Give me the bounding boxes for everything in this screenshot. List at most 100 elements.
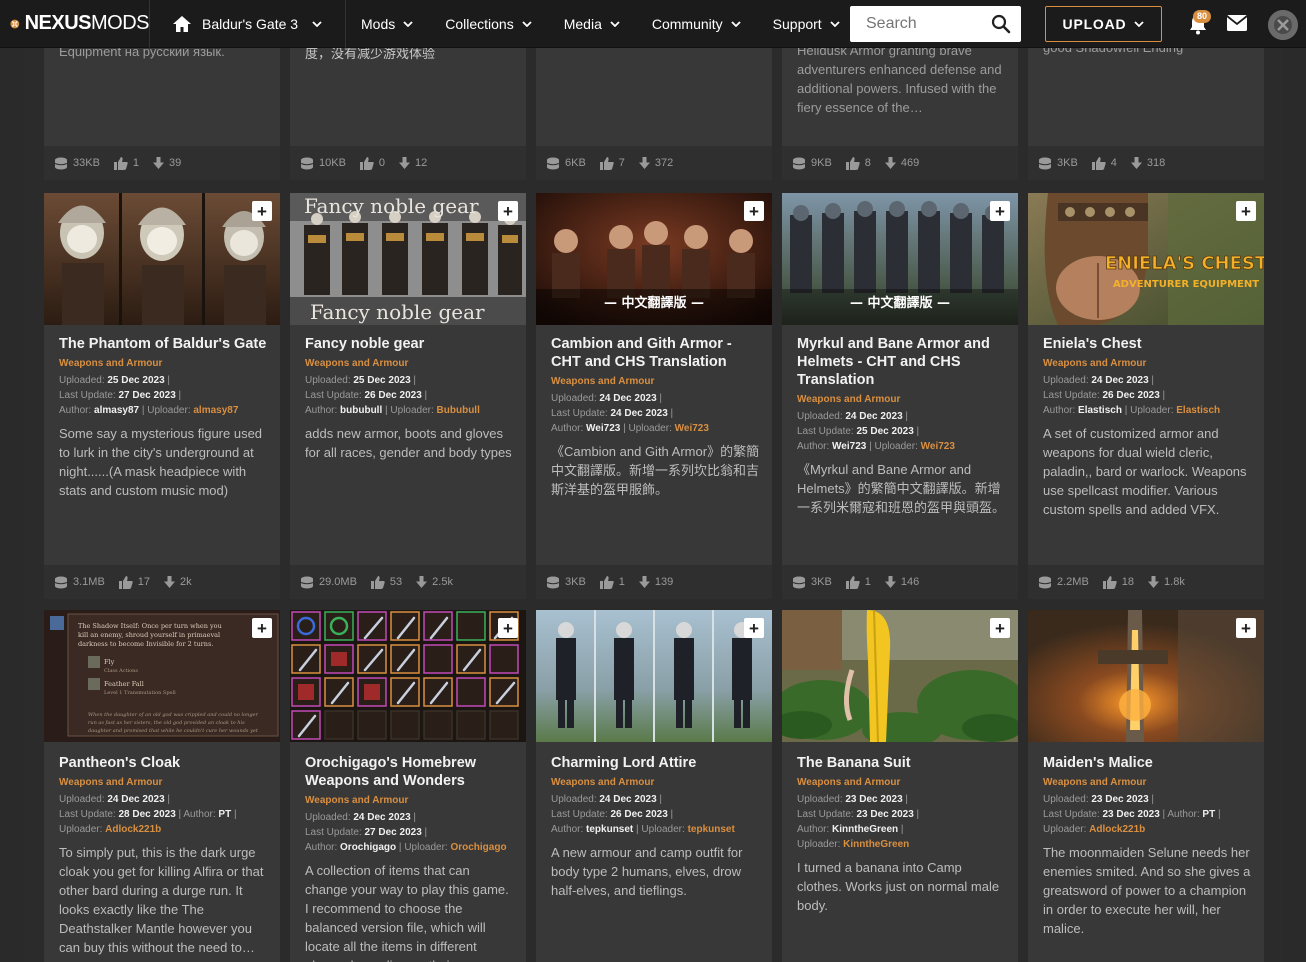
mod-card[interactable]: + Orochigago's Homebrew Weapons and Wond… <box>290 610 526 962</box>
mod-thumbnail[interactable]: ENIELA'S CHEST ADVENTURER EQUIPMENT + <box>1028 193 1264 325</box>
menu-community[interactable]: Community <box>636 0 757 48</box>
author-link[interactable]: KinntheGreen <box>832 824 898 835</box>
add-to-collection-button[interactable]: + <box>252 201 272 221</box>
mod-thumbnail[interactable]: — 中文翻譯版 — + <box>782 193 1018 325</box>
uploader-link[interactable]: Adlock221b <box>105 824 161 835</box>
menu-collections[interactable]: Collections <box>429 0 547 48</box>
mod-thumbnail[interactable]: Fancy noble gear Fancy noble gear + <box>290 193 526 325</box>
chevron-down-icon <box>522 20 532 27</box>
add-to-collection-button[interactable]: + <box>744 201 764 221</box>
uploader-link[interactable]: Elastisch <box>1176 405 1220 416</box>
endorsements: 7 <box>599 156 625 170</box>
mod-category[interactable]: Weapons and Armour <box>59 357 269 370</box>
mod-card[interactable]: ENIELA'S CHEST ADVENTURER EQUIPMENT + En… <box>1028 193 1264 599</box>
site-logo[interactable]: NEXUSMODS <box>0 0 150 48</box>
mod-description: The moonmaiden Selune needs her enemies … <box>1043 845 1251 936</box>
mod-title[interactable]: Maiden's Malice <box>1043 754 1253 772</box>
uploader-link[interactable]: Bububull <box>437 405 480 416</box>
mod-description: Helldusk Armor granting brave adventurer… <box>797 43 1002 115</box>
add-to-collection-button[interactable]: + <box>1236 201 1256 221</box>
mod-thumbnail[interactable]: — 中文翻譯版 — + <box>536 193 772 325</box>
menu-support[interactable]: Support <box>757 0 856 48</box>
mod-card[interactable]: + Maiden's Malice Weapons and Armour Upl… <box>1028 610 1264 962</box>
author-link[interactable]: Orochigago <box>340 842 396 853</box>
svg-text:Level 1 Transmutation Spell: Level 1 Transmutation Spell <box>104 690 176 696</box>
uploader-link[interactable]: almasy87 <box>193 405 238 416</box>
upload-button[interactable]: UPLOAD <box>1045 6 1162 42</box>
add-to-collection-button[interactable]: + <box>990 618 1010 638</box>
uploader-link[interactable]: Adlock221b <box>1089 824 1145 835</box>
database-icon <box>546 576 560 588</box>
mod-last-update: Last Update: 26 Dec 2023 | <box>1043 390 1166 401</box>
mod-card[interactable]: + The Banana Suit Weapons and Armour Upl… <box>782 610 1018 962</box>
mod-card[interactable]: 6KB 7 372 <box>536 28 772 180</box>
file-size: 29.0MB <box>300 576 357 589</box>
author-link[interactable]: almasy87 <box>94 405 139 416</box>
search-icon[interactable] <box>991 14 1011 34</box>
uploader-link[interactable]: Wei723 <box>921 441 955 452</box>
mod-stats-bar: 33KB 1 39 <box>44 146 280 180</box>
mod-author-line: Uploader: Adlock221b <box>59 824 162 835</box>
mod-card[interactable]: Fancy noble gear Fancy noble gear + Fanc… <box>290 193 526 599</box>
mod-category[interactable]: Weapons and Armour <box>1043 357 1253 370</box>
mod-thumbnail[interactable]: + <box>536 610 772 742</box>
menu-mods[interactable]: Mods <box>346 0 429 48</box>
mod-category[interactable]: Weapons and Armour <box>305 794 515 807</box>
mod-title[interactable]: Myrkul and Bane Armor and Helmets - CHT … <box>797 335 1007 389</box>
search-input[interactable] <box>850 6 980 42</box>
add-to-collection-button[interactable]: + <box>990 201 1010 221</box>
mod-card[interactable]: 邻座RPG游戏体验，降低了游玩难度，没有减少游戏体验 10KB 0 12 <box>290 28 526 180</box>
uploader-link[interactable]: Orochigago <box>450 842 506 853</box>
messages-mail-icon[interactable] <box>1226 14 1248 32</box>
menu-media[interactable]: Media <box>548 0 636 48</box>
uploader-link[interactable]: Wei723 <box>675 423 709 434</box>
mod-category[interactable]: Weapons and Armour <box>551 776 761 789</box>
mod-title[interactable]: Pantheon's Cloak <box>59 754 269 772</box>
user-avatar[interactable] <box>1268 10 1298 40</box>
add-to-collection-button[interactable]: + <box>252 618 272 638</box>
game-selector[interactable]: Baldur's Gate 3 <box>150 0 346 48</box>
author-link[interactable]: PT <box>1202 809 1215 820</box>
add-to-collection-button[interactable]: + <box>498 201 518 221</box>
mod-category[interactable]: Weapons and Armour <box>551 375 761 388</box>
author-link[interactable]: PT <box>218 809 231 820</box>
mod-thumbnail[interactable]: + <box>44 193 280 325</box>
mod-title[interactable]: Orochigago's Homebrew Weapons and Wonder… <box>305 754 515 790</box>
mod-category[interactable]: Weapons and Armour <box>797 393 1007 406</box>
add-to-collection-button[interactable]: + <box>1236 618 1256 638</box>
mod-title[interactable]: The Phantom of Baldur's Gate <box>59 335 269 353</box>
uploader-link[interactable]: tepkunset <box>688 824 735 835</box>
mod-card[interactable]: Helldusk Armor granting brave adventurer… <box>782 28 1018 180</box>
author-link[interactable]: Wei723 <box>586 423 620 434</box>
mod-card[interactable]: The Shadow Itself: Once per turn when yo… <box>44 610 280 962</box>
mod-stats-bar: 6KB 7 372 <box>536 146 772 180</box>
author-link[interactable]: Wei723 <box>832 441 866 452</box>
mod-thumbnail[interactable]: + <box>290 610 526 742</box>
mod-card[interactable]: — 中文翻譯版 — + Myrkul and Bane Armor and He… <box>782 193 1018 599</box>
author-link[interactable]: bububull <box>340 405 382 416</box>
add-to-collection-button[interactable]: + <box>744 618 764 638</box>
mod-title[interactable]: Eniela's Chest <box>1043 335 1253 353</box>
mod-category[interactable]: Weapons and Armour <box>797 776 1007 789</box>
menu-label: Collections <box>445 15 514 32</box>
mod-category[interactable]: Weapons and Armour <box>59 776 269 789</box>
mod-thumbnail[interactable]: + <box>1028 610 1264 742</box>
mod-card[interactable]: good Shadowfell Ending 3KB 4 318 <box>1028 28 1264 180</box>
mod-card[interactable]: + Charming Lord Attire Weapons and Armou… <box>536 610 772 962</box>
mod-thumbnail[interactable]: The Shadow Itself: Once per turn when yo… <box>44 610 280 742</box>
thumb-subcaption: ADVENTURER EQUIPMENT <box>1113 279 1259 290</box>
mod-card[interactable]: Equipment на русский язык. 33KB 1 39 <box>44 28 280 180</box>
uploader-link[interactable]: KinntheGreen <box>843 839 909 850</box>
mod-category[interactable]: Weapons and Armour <box>1043 776 1253 789</box>
author-link[interactable]: tepkunset <box>586 824 633 835</box>
mod-card[interactable]: — 中文翻譯版 — + Cambion and Gith Armor - CHT… <box>536 193 772 599</box>
mod-title[interactable]: Cambion and Gith Armor - CHT and CHS Tra… <box>551 335 761 371</box>
mod-title[interactable]: The Banana Suit <box>797 754 1007 772</box>
mod-category[interactable]: Weapons and Armour <box>305 357 515 370</box>
author-link[interactable]: Elastisch <box>1078 405 1122 416</box>
mod-thumbnail[interactable]: + <box>782 610 1018 742</box>
mod-title[interactable]: Charming Lord Attire <box>551 754 761 772</box>
mod-card[interactable]: + The Phantom of Baldur's Gate Weapons a… <box>44 193 280 599</box>
mod-title[interactable]: Fancy noble gear <box>305 335 515 353</box>
add-to-collection-button[interactable]: + <box>498 618 518 638</box>
